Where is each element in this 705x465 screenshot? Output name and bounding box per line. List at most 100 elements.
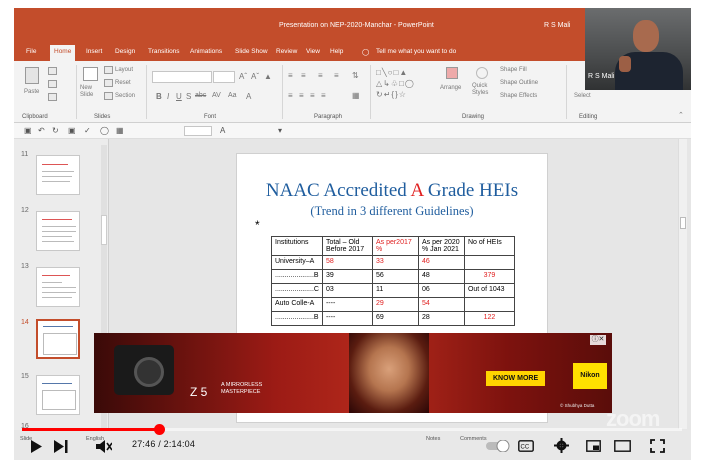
theater-mode-icon[interactable] bbox=[614, 440, 631, 452]
tab-animations[interactable]: Animations bbox=[190, 48, 222, 55]
redo-icon[interactable]: ↻ bbox=[52, 126, 59, 135]
new-slide-button[interactable]: New Slide bbox=[80, 67, 102, 107]
reset-button[interactable]: Reset bbox=[115, 80, 131, 86]
font-name-select[interactable] bbox=[152, 71, 212, 83]
select-button[interactable]: Select bbox=[574, 93, 591, 99]
captions-icon[interactable]: CC bbox=[518, 440, 534, 452]
line-spacing-icon[interactable]: ≡ bbox=[334, 71, 339, 80]
qat-font-size[interactable] bbox=[184, 126, 212, 136]
customize-qat-icon[interactable]: ▾ bbox=[278, 126, 282, 135]
tell-me-search[interactable]: Tell me what you want to do bbox=[376, 48, 456, 55]
tab-file[interactable]: File bbox=[26, 48, 36, 55]
next-icon[interactable] bbox=[54, 440, 68, 453]
paste-button[interactable]: Paste bbox=[22, 67, 44, 103]
cut-icon[interactable] bbox=[48, 67, 57, 75]
underline-icon[interactable]: U bbox=[176, 92, 182, 101]
group-editing: Editing bbox=[579, 114, 598, 120]
divider bbox=[566, 65, 567, 119]
quick-styles-button[interactable]: Quick Styles bbox=[470, 65, 496, 105]
char-spacing-icon[interactable]: AV bbox=[212, 92, 221, 99]
collapse-ribbon-icon[interactable]: ⌃ bbox=[678, 111, 684, 119]
slide-thumbnail-14[interactable] bbox=[36, 319, 80, 359]
change-case-icon[interactable]: Aa bbox=[228, 92, 237, 99]
table-cell: 39 bbox=[321, 269, 373, 284]
font-size-select[interactable] bbox=[213, 71, 235, 83]
layout-icon bbox=[104, 66, 113, 74]
slide-thumbnail-12[interactable] bbox=[36, 211, 80, 251]
settings-gear-icon[interactable] bbox=[554, 438, 569, 453]
italic-icon[interactable]: I bbox=[167, 92, 169, 101]
tab-design[interactable]: Design bbox=[115, 48, 135, 55]
tab-help[interactable]: Help bbox=[330, 48, 343, 55]
video-frame: Presentation on NEP-2020-Manchar - Power… bbox=[14, 8, 691, 460]
mute-icon[interactable] bbox=[96, 439, 112, 454]
tab-home[interactable]: Home bbox=[50, 45, 76, 61]
align-left-icon[interactable]: ≡ bbox=[288, 91, 293, 100]
qat-font-color-icon[interactable]: A bbox=[220, 126, 225, 135]
increase-font-icon[interactable]: Aˆ bbox=[239, 72, 247, 81]
thumbnail-scroll-thumb[interactable] bbox=[101, 215, 107, 245]
section-button[interactable]: Section bbox=[115, 93, 135, 99]
table-cell: ....................B bbox=[271, 311, 323, 326]
shape-outline-button[interactable]: Shape Outline bbox=[500, 80, 538, 86]
undo-icon[interactable]: ↶ bbox=[38, 126, 45, 135]
indent-icon[interactable]: ≡ bbox=[318, 71, 323, 80]
new-slide-label: New Slide bbox=[80, 85, 94, 98]
justify-icon[interactable]: ≡ bbox=[321, 91, 326, 100]
copy-icon[interactable] bbox=[48, 80, 57, 88]
arrange-button[interactable]: Arrange bbox=[440, 65, 466, 105]
slide-thumbnail-13[interactable] bbox=[36, 267, 80, 307]
table-header: No of HEIs bbox=[463, 236, 515, 256]
clear-format-icon[interactable]: ▲ bbox=[264, 72, 272, 81]
touch-mode-icon[interactable]: ◯ bbox=[100, 126, 109, 135]
save-icon[interactable]: ▣ bbox=[24, 126, 32, 135]
autoplay-toggle[interactable] bbox=[486, 440, 512, 452]
slide-thumbnail-15[interactable] bbox=[36, 375, 80, 415]
table-icon[interactable]: ▦ bbox=[116, 126, 124, 135]
shadow-icon[interactable]: S bbox=[186, 92, 191, 101]
fullscreen-icon[interactable] bbox=[650, 439, 665, 453]
ad-banner[interactable]: Z 5 A MIRRORLESS MASTERPIECE KNOW MORE Ni… bbox=[94, 333, 612, 413]
bold-icon[interactable]: B bbox=[156, 92, 162, 101]
shapes-gallery[interactable]: □╲○□▲ △↳♧□◯ ↻↵{}☆ bbox=[376, 67, 434, 103]
account-name[interactable]: R S Mali bbox=[544, 22, 570, 29]
tab-transitions[interactable]: Transitions bbox=[148, 48, 180, 55]
shape-fill-button[interactable]: Shape Fill bbox=[500, 67, 527, 73]
spell-check-icon[interactable]: ✓ bbox=[84, 126, 91, 135]
quick-styles-label: Quick Styles bbox=[472, 83, 489, 96]
play-icon[interactable] bbox=[30, 440, 42, 453]
progress-bar[interactable] bbox=[22, 424, 682, 435]
slide-scrollbar[interactable] bbox=[678, 139, 687, 429]
start-slideshow-icon[interactable]: ▣ bbox=[68, 126, 76, 135]
layout-button[interactable]: Layout bbox=[115, 67, 133, 73]
table-cell: Out of 1043 bbox=[463, 283, 515, 298]
align-right-icon[interactable]: ≡ bbox=[310, 91, 315, 100]
thumbnail-number: 14 bbox=[21, 319, 29, 326]
miniplayer-icon[interactable] bbox=[586, 440, 601, 452]
heis-table[interactable]: Institutions Total – Old Before 2017 As … bbox=[271, 236, 515, 326]
participant-video[interactable]: R S Mali bbox=[585, 8, 691, 90]
format-painter-icon[interactable] bbox=[48, 93, 57, 101]
align-center-icon[interactable]: ≡ bbox=[299, 91, 304, 100]
group-paragraph: Paragraph bbox=[314, 114, 343, 120]
slide-scroll-thumb[interactable] bbox=[680, 217, 686, 229]
bullets-icon[interactable]: ≡ bbox=[288, 71, 293, 80]
strikethrough-icon[interactable]: abc bbox=[195, 92, 206, 99]
shape-effects-button[interactable]: Shape Effects bbox=[500, 93, 537, 99]
tab-review[interactable]: Review bbox=[276, 48, 297, 55]
numbering-icon[interactable]: ≡ bbox=[301, 71, 306, 80]
progress-scrubber[interactable] bbox=[153, 424, 165, 435]
table-cell: ---- bbox=[321, 297, 373, 312]
slide-subtitle: (Trend in 3 different Guidelines) bbox=[310, 204, 474, 218]
decrease-font-icon[interactable]: Aˇ bbox=[251, 72, 259, 81]
tab-view[interactable]: View bbox=[306, 48, 320, 55]
tab-slide-show[interactable]: Slide Show bbox=[235, 48, 268, 55]
text-direction-icon[interactable]: ⇅ bbox=[352, 71, 359, 80]
tab-insert[interactable]: Insert bbox=[86, 48, 102, 55]
font-color-icon[interactable]: A bbox=[246, 92, 251, 101]
smartart-icon[interactable]: ▦ bbox=[352, 91, 360, 100]
know-more-button[interactable]: KNOW MORE bbox=[486, 371, 546, 386]
svg-text:CC: CC bbox=[521, 445, 530, 451]
ad-close-button[interactable]: ⓘ✕ bbox=[590, 335, 606, 345]
slide-thumbnail-11[interactable] bbox=[36, 155, 80, 195]
